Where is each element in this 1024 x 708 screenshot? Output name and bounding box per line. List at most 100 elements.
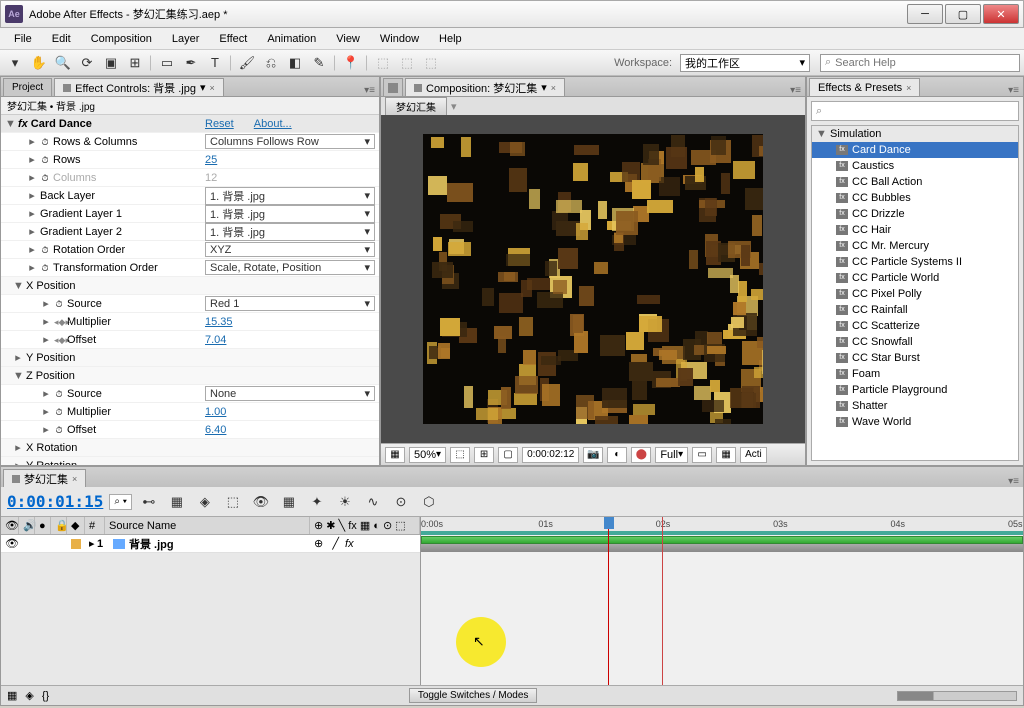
prop-x-rotation[interactable]: ▸X Rotation bbox=[1, 439, 379, 457]
effect-wave-world[interactable]: fxWave World bbox=[812, 414, 1018, 430]
label-column[interactable]: ◆ bbox=[67, 517, 85, 534]
current-time[interactable]: 0:00:01:15 bbox=[7, 492, 103, 511]
menu-animation[interactable]: Animation bbox=[257, 31, 326, 47]
effect-cc-drizzle[interactable]: fxCC Drizzle bbox=[812, 206, 1018, 222]
res-icon[interactable]: ⬚ bbox=[450, 447, 470, 463]
composition-viewer[interactable] bbox=[381, 115, 805, 443]
playhead[interactable] bbox=[608, 517, 609, 685]
footer-icon-2[interactable]: ◈ bbox=[25, 689, 33, 702]
menu-window[interactable]: Window bbox=[370, 31, 429, 47]
effect-cc-pixel-polly[interactable]: fxCC Pixel Polly bbox=[812, 286, 1018, 302]
panel-menu-icon[interactable]: ▾≡ bbox=[1004, 476, 1023, 487]
value-scrubber[interactable]: 1.00 bbox=[205, 406, 375, 418]
stopwatch-icon[interactable]: ⏱ bbox=[54, 299, 64, 309]
tab-icon-only[interactable] bbox=[383, 78, 403, 96]
resolution-select[interactable]: Full ▾ bbox=[655, 447, 688, 463]
prop-rotation-order[interactable]: ▸⏱Rotation OrderXYZ▾ bbox=[1, 241, 379, 259]
footer-icon-1[interactable]: ▦ bbox=[7, 689, 17, 702]
stopwatch-icon[interactable]: ⏱ bbox=[40, 263, 50, 273]
stopwatch-icon[interactable]: ⏱ bbox=[40, 245, 50, 255]
time-search[interactable]: ⌕ ▾ bbox=[109, 494, 132, 510]
dropdown[interactable]: None▾ bbox=[205, 386, 375, 401]
effect-cc-particle-world[interactable]: fxCC Particle World bbox=[812, 270, 1018, 286]
local-axis[interactable]: ⬚ bbox=[372, 53, 394, 73]
camera-tool[interactable]: ▣ bbox=[100, 53, 122, 73]
hand-tool[interactable]: ✋ bbox=[28, 53, 50, 73]
comp-flowchart-button[interactable]: 梦幻汇集 bbox=[385, 97, 447, 116]
dropdown[interactable]: Columns Follows Row▾ bbox=[205, 134, 375, 149]
keyframe-nav-icon[interactable]: ◂◆▸ bbox=[54, 335, 64, 345]
source-column[interactable]: Source Name bbox=[105, 517, 310, 534]
stopwatch-icon[interactable]: ⏱ bbox=[40, 155, 50, 165]
close-button[interactable]: ✕ bbox=[983, 4, 1019, 24]
keyframe-nav-icon[interactable]: ◂◆▸ bbox=[54, 317, 64, 327]
zoom-tool[interactable]: 🔍 bbox=[52, 53, 74, 73]
twirl-icon[interactable]: ▸ bbox=[85, 535, 93, 552]
effect-particle-playground[interactable]: fxParticle Playground bbox=[812, 382, 1018, 398]
prop-source[interactable]: ▸⏱SourceRed 1▾ bbox=[1, 295, 379, 313]
effect-cc-star-burst[interactable]: fxCC Star Burst bbox=[812, 350, 1018, 366]
mask-icon[interactable]: ▢ bbox=[498, 447, 518, 463]
dropdown[interactable]: 1. 背景 .jpg▾ bbox=[205, 187, 375, 205]
prop-offset[interactable]: ▸◂◆▸Offset7.04 bbox=[1, 331, 379, 349]
tab-project[interactable]: Project bbox=[3, 78, 52, 96]
tl-tool-7[interactable]: ✦ bbox=[306, 492, 328, 512]
maximize-button[interactable]: ▢ bbox=[945, 4, 981, 24]
prop-x-position[interactable]: ▼X Position bbox=[1, 277, 379, 295]
effect-card-dance[interactable]: fxCard Dance bbox=[812, 142, 1018, 158]
prop-multiplier[interactable]: ▸⏱Multiplier1.00 bbox=[1, 403, 379, 421]
tl-tool-6[interactable]: ▦ bbox=[278, 492, 300, 512]
snapshot-icon[interactable]: 📷 bbox=[583, 447, 603, 463]
effect-cc-ball-action[interactable]: fxCC Ball Action bbox=[812, 174, 1018, 190]
eraser-tool[interactable]: ◧ bbox=[284, 53, 306, 73]
panel-menu-icon[interactable]: ▾≡ bbox=[786, 85, 805, 96]
effect-cc-snowfall[interactable]: fxCC Snowfall bbox=[812, 334, 1018, 350]
eye-column-icon[interactable]: 👁 bbox=[1, 517, 19, 534]
effect-cc-mr.-mercury[interactable]: fxCC Mr. Mercury bbox=[812, 238, 1018, 254]
tl-tool-8[interactable]: ☀ bbox=[334, 492, 356, 512]
search-help[interactable]: ⌕ bbox=[820, 54, 1020, 72]
effect-caustics[interactable]: fxCaustics bbox=[812, 158, 1018, 174]
view-select[interactable]: Acti bbox=[740, 447, 767, 463]
color-icon[interactable]: ⬤ bbox=[631, 447, 651, 463]
tl-tool-1[interactable]: ⊷ bbox=[138, 492, 160, 512]
rotate-tool[interactable]: ⟳ bbox=[76, 53, 98, 73]
dropdown[interactable]: 1. 背景 .jpg▾ bbox=[205, 223, 375, 241]
effect-shatter[interactable]: fxShatter bbox=[812, 398, 1018, 414]
category-simulation[interactable]: ▼Simulation bbox=[812, 126, 1018, 142]
dropdown[interactable]: XYZ▾ bbox=[205, 242, 375, 257]
brush-tool[interactable]: 🖌 bbox=[236, 53, 258, 73]
tl-tool-3[interactable]: ◈ bbox=[194, 492, 216, 512]
about-link[interactable]: About... bbox=[254, 118, 292, 130]
value-scrubber[interactable]: 6.40 bbox=[205, 424, 375, 436]
prop-offset[interactable]: ▸⏱Offset6.40 bbox=[1, 421, 379, 439]
tl-tool-11[interactable]: ⬡ bbox=[418, 492, 440, 512]
tab-effects-presets[interactable]: Effects & Presets × bbox=[809, 78, 920, 96]
layer-color[interactable] bbox=[71, 539, 81, 549]
pan-behind-tool[interactable]: ⊞ bbox=[124, 53, 146, 73]
effects-search[interactable]: ⌕ bbox=[811, 101, 1019, 121]
value-scrubber[interactable]: 15.35 bbox=[205, 316, 375, 328]
panel-menu-icon[interactable]: ▾≡ bbox=[1004, 85, 1023, 96]
layer-row[interactable]: 👁 ▸ 1 背景 .jpg ⊕ ╱ fx bbox=[1, 535, 420, 553]
selection-tool[interactable]: ▾ bbox=[4, 53, 26, 73]
view-axis[interactable]: ⬚ bbox=[420, 53, 442, 73]
prop-gradient-layer-1[interactable]: ▸Gradient Layer 11. 背景 .jpg▾ bbox=[1, 205, 379, 223]
transparency-icon[interactable]: ▦ bbox=[716, 447, 736, 463]
rect-tool[interactable]: ▭ bbox=[156, 53, 178, 73]
menu-edit[interactable]: Edit bbox=[42, 31, 81, 47]
prop-rows-&-columns[interactable]: ▸⏱Rows & ColumnsColumns Follows Row▾ bbox=[1, 133, 379, 151]
prop-z-position[interactable]: ▼Z Position bbox=[1, 367, 379, 385]
value-scrubber[interactable]: 7.04 bbox=[205, 334, 375, 346]
grid-icon[interactable]: ▦ bbox=[385, 447, 405, 463]
effect-foam[interactable]: fxFoam bbox=[812, 366, 1018, 382]
solo-column-icon[interactable]: ● bbox=[35, 517, 51, 534]
workspace-select[interactable]: 我的工作区▾ bbox=[680, 54, 810, 72]
prop-multiplier[interactable]: ▸◂◆▸Multiplier15.35 bbox=[1, 313, 379, 331]
reset-link[interactable]: Reset bbox=[205, 118, 234, 130]
clone-tool[interactable]: ⎌ bbox=[260, 53, 282, 73]
menu-help[interactable]: Help bbox=[429, 31, 472, 47]
roto-tool[interactable]: ✎ bbox=[308, 53, 330, 73]
effect-cc-rainfall[interactable]: fxCC Rainfall bbox=[812, 302, 1018, 318]
effect-cc-bubbles[interactable]: fxCC Bubbles bbox=[812, 190, 1018, 206]
